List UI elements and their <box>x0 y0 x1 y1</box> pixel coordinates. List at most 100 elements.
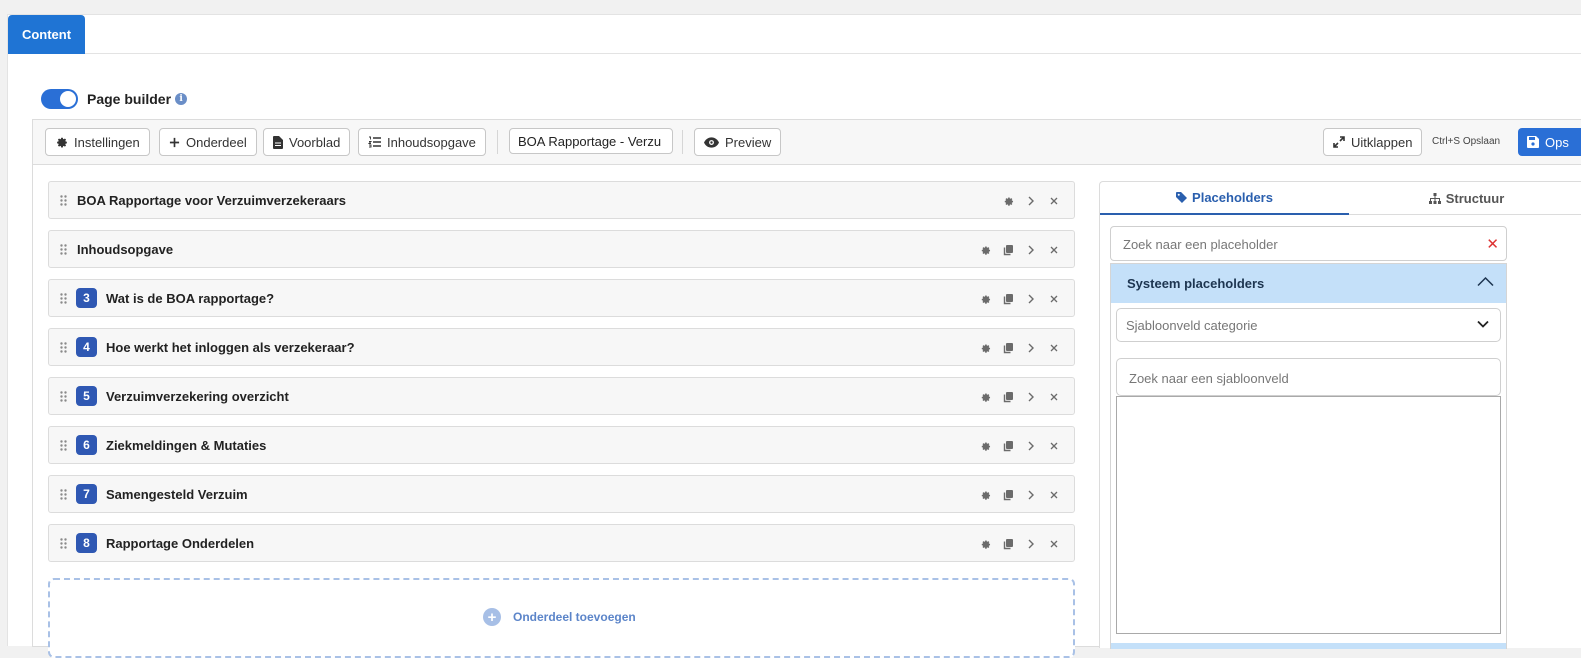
close-icon[interactable] <box>1048 390 1060 404</box>
save-label: Ops <box>1545 134 1569 150</box>
drag-handle-icon[interactable] <box>60 488 67 503</box>
document-title-input[interactable]: BOA Rapportage - Verzu <box>509 128 673 154</box>
section-row[interactable]: BOA Rapportage voor Verzuimverzekeraars <box>48 181 1075 219</box>
tab-content[interactable]: Content <box>8 15 85 54</box>
floppy-disk-icon <box>1527 136 1539 148</box>
toolbar-divider <box>497 130 498 154</box>
chevron-right-icon[interactable] <box>1025 537 1037 551</box>
gear-icon[interactable] <box>979 292 991 306</box>
gear-icon[interactable] <box>1002 194 1014 208</box>
tab-structure-label: Structuur <box>1445 191 1505 206</box>
section-title: Rapportage Onderdelen <box>106 536 255 551</box>
eye-icon <box>704 136 719 148</box>
add-section-link-label: Onderdeel toevoegen <box>513 610 636 624</box>
template-field-list[interactable] <box>1116 396 1501 634</box>
expand-button[interactable]: Uitklappen <box>1323 128 1423 156</box>
section-row[interactable]: Inhoudsopgave <box>48 230 1075 268</box>
tab-placeholders[interactable]: Placeholders <box>1100 182 1349 215</box>
section-title: Hoe werkt het inloggen als verzekeraar? <box>106 340 355 355</box>
info-icon[interactable]: i <box>175 93 188 105</box>
close-icon[interactable] <box>1048 292 1060 306</box>
drag-handle-icon[interactable] <box>60 243 67 258</box>
drag-handle-icon[interactable] <box>60 390 67 405</box>
drag-handle-icon[interactable] <box>60 292 67 307</box>
save-button[interactable]: Ops <box>1518 128 1581 156</box>
gear-icon <box>57 137 67 147</box>
copy-icon[interactable] <box>1002 341 1014 355</box>
chevron-right-icon[interactable] <box>1025 488 1037 502</box>
placeholder-search-placeholder: Zoek naar een placeholder <box>1123 237 1278 252</box>
list-ordered-icon <box>368 136 381 148</box>
close-icon[interactable] <box>1048 194 1060 208</box>
section-row[interactable]: 8 Rapportage Onderdelen <box>48 524 1075 562</box>
gear-icon[interactable] <box>979 341 991 355</box>
section-row[interactable]: 4 Hoe werkt het inloggen als verzekeraar? <box>48 328 1075 366</box>
chevron-right-icon[interactable] <box>1025 194 1037 208</box>
placeholder-search-input[interactable]: Zoek naar een placeholder ✕ <box>1110 226 1507 261</box>
next-group-header[interactable] <box>1111 643 1506 649</box>
field-search-placeholder: Zoek naar een sjabloonveld <box>1129 371 1289 386</box>
chevron-right-icon[interactable] <box>1025 390 1037 404</box>
section-title: Verzuimverzekering overzicht <box>106 389 289 404</box>
section-title: Ziekmeldingen & Mutaties <box>106 438 267 453</box>
copy-icon[interactable] <box>1002 243 1014 257</box>
drag-handle-icon[interactable] <box>60 341 67 356</box>
close-icon[interactable] <box>1048 243 1060 257</box>
copy-icon[interactable] <box>1002 390 1014 404</box>
section-title: Inhoudsopgave <box>77 242 174 257</box>
section-actions <box>1002 194 1060 208</box>
gear-icon[interactable] <box>979 243 991 257</box>
copy-icon[interactable] <box>1002 439 1014 453</box>
add-section-link[interactable]: + Onderdeel toevoegen <box>483 608 636 626</box>
template-field-category-select[interactable]: Sjabloonveld categorie <box>1116 308 1501 342</box>
chevron-right-icon[interactable] <box>1025 292 1037 306</box>
section-actions <box>979 390 1060 404</box>
cover-button[interactable]: Voorblad <box>263 128 351 156</box>
section-row[interactable]: 7 Samengesteld Verzuim <box>48 475 1075 513</box>
system-placeholders-header[interactable]: Systeem placeholders <box>1111 264 1506 303</box>
gear-icon[interactable] <box>979 439 991 453</box>
drag-handle-icon[interactable] <box>60 439 67 454</box>
add-section-button[interactable]: Onderdeel <box>159 128 257 156</box>
section-number-badge: 6 <box>76 435 97 455</box>
chevron-right-icon[interactable] <box>1025 243 1037 257</box>
drag-handle-icon[interactable] <box>60 194 67 209</box>
section-row[interactable]: 5 Verzuimverzekering overzicht <box>48 377 1075 415</box>
gear-icon[interactable] <box>979 537 991 551</box>
section-row[interactable]: 3 Wat is de BOA rapportage? <box>48 279 1075 317</box>
tab-structure[interactable]: Structuur <box>1349 182 1581 215</box>
page-builder: Instellingen Onderdeel Voorblad Inhoudso… <box>32 119 1581 658</box>
settings-button[interactable]: Instellingen <box>45 128 150 156</box>
toc-button[interactable]: Inhoudsopgave <box>358 128 486 156</box>
chevron-right-icon[interactable] <box>1025 341 1037 355</box>
save-shortcut-hint: Ctrl+S Opslaan <box>1432 136 1501 147</box>
section-title: BOA Rapportage voor Verzuimverzekeraars <box>77 193 347 208</box>
copy-icon[interactable] <box>1002 537 1014 551</box>
section-number-badge: 4 <box>76 337 97 357</box>
template-field-search-input[interactable]: Zoek naar een sjabloonveld <box>1116 358 1501 396</box>
category-select-placeholder: Sjabloonveld categorie <box>1126 318 1258 333</box>
preview-button[interactable]: Preview <box>694 128 782 156</box>
gear-icon[interactable] <box>979 488 991 502</box>
tab-bar: Content <box>8 15 1581 54</box>
clear-search-icon[interactable]: ✕ <box>1486 235 1499 253</box>
page-builder-toggle[interactable] <box>41 89 78 109</box>
section-actions <box>979 292 1060 306</box>
gear-icon[interactable] <box>979 390 991 404</box>
drag-handle-icon[interactable] <box>60 537 67 552</box>
section-row[interactable]: 6 Ziekmeldingen & Mutaties <box>48 426 1075 464</box>
close-icon[interactable] <box>1048 488 1060 502</box>
close-icon[interactable] <box>1048 439 1060 453</box>
section-actions <box>979 439 1060 453</box>
sitemap-icon <box>1428 193 1441 204</box>
copy-icon[interactable] <box>1002 292 1014 306</box>
system-placeholders-title: Systeem placeholders <box>1127 276 1265 291</box>
section-actions <box>979 488 1060 502</box>
close-icon[interactable] <box>1048 537 1060 551</box>
expand-label: Uitklappen <box>1351 134 1413 150</box>
plus-icon <box>169 137 180 147</box>
copy-icon[interactable] <box>1002 488 1014 502</box>
add-section-dropzone[interactable]: + Onderdeel toevoegen <box>48 578 1075 658</box>
close-icon[interactable] <box>1048 341 1060 355</box>
chevron-right-icon[interactable] <box>1025 439 1037 453</box>
